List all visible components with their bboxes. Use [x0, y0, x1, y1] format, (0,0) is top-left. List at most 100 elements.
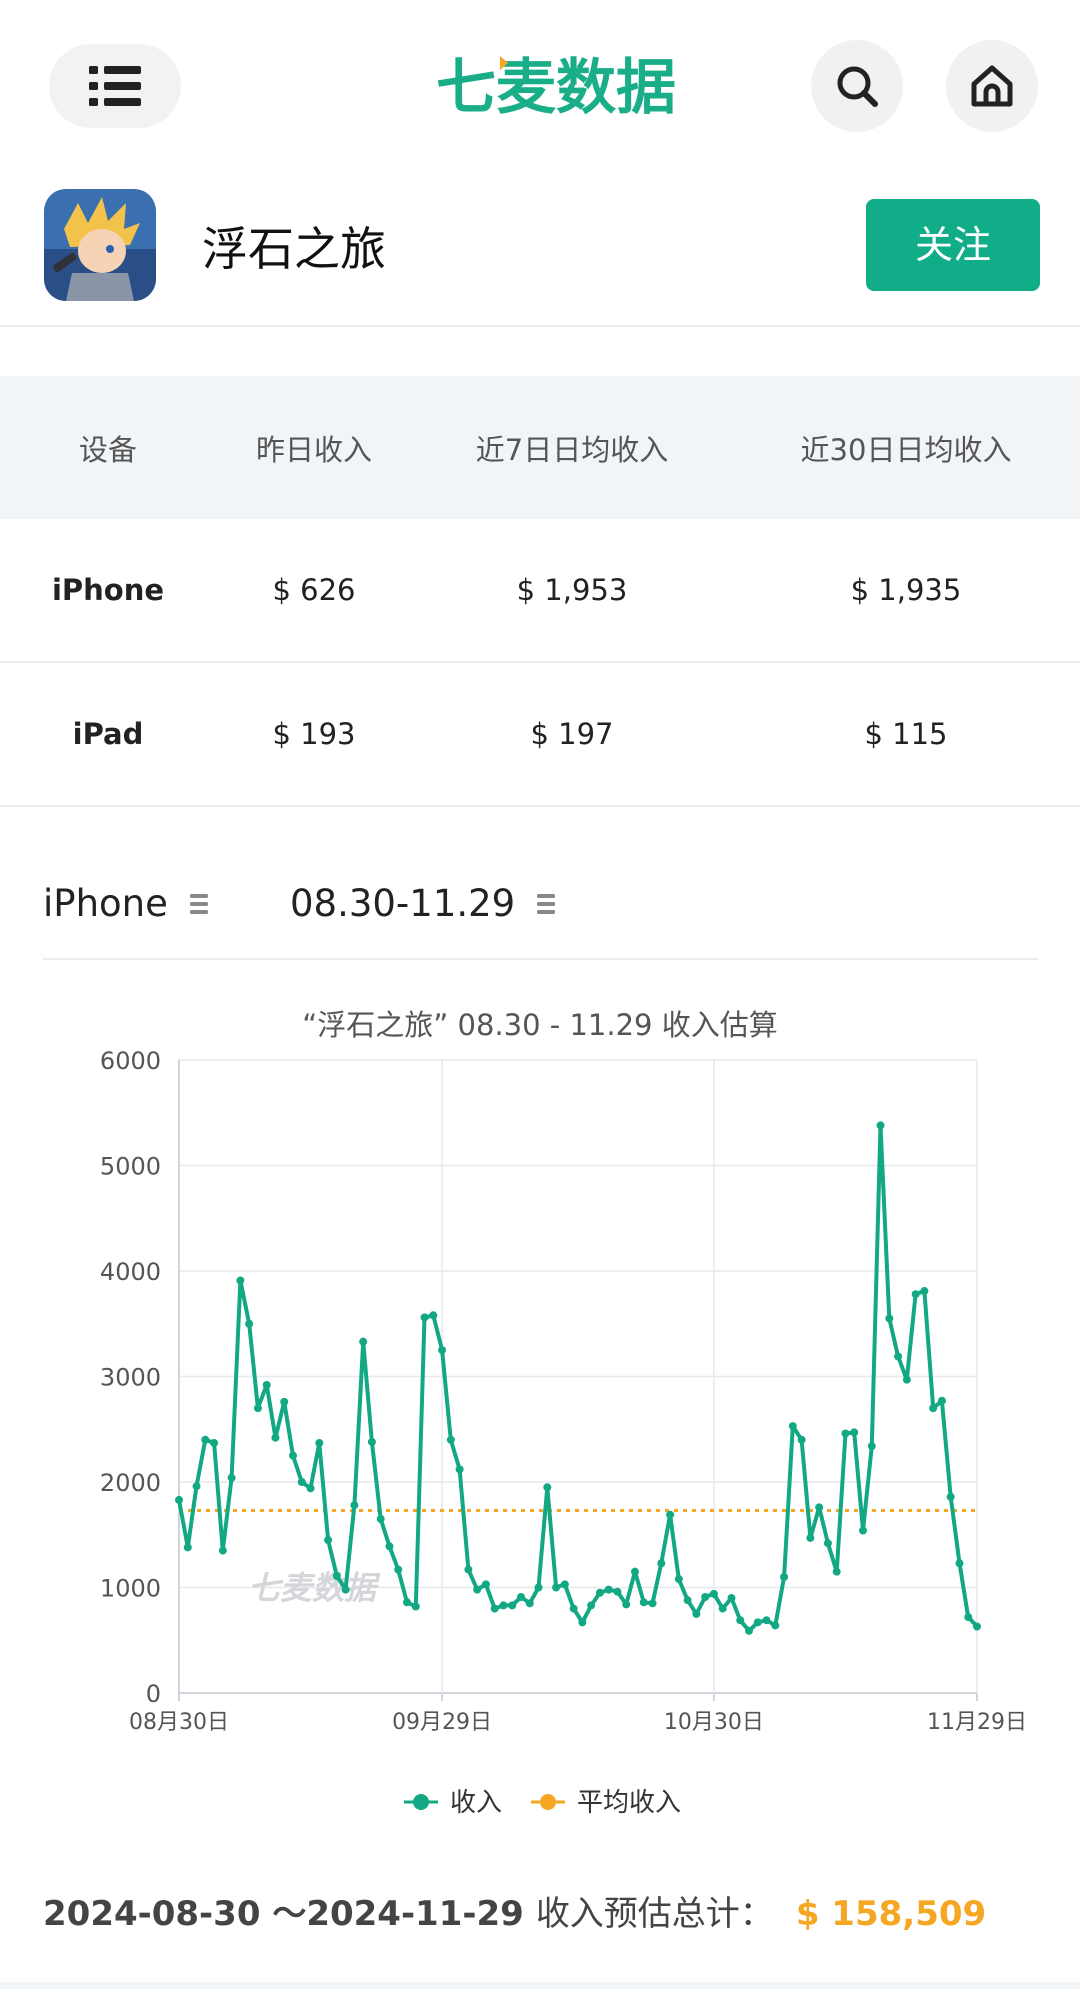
data-point	[788, 1422, 797, 1431]
data-point	[736, 1616, 745, 1625]
data-point	[631, 1567, 639, 1576]
home-button[interactable]	[946, 40, 1038, 132]
data-point	[674, 1575, 683, 1584]
data-point	[192, 1482, 201, 1491]
data-point	[490, 1604, 499, 1613]
header-cell: 设备	[78, 432, 137, 467]
legend-label: 收入	[450, 1788, 502, 1818]
legend-marker	[540, 1794, 556, 1810]
list-icon	[189, 893, 208, 914]
data-point	[552, 1583, 561, 1592]
data-point	[297, 1478, 306, 1486]
data-point	[946, 1492, 955, 1501]
search-icon	[837, 66, 878, 107]
brand-logo[interactable]: 七麦数据	[416, 50, 696, 124]
menu-button[interactable]	[49, 44, 181, 128]
data-point	[683, 1596, 692, 1605]
data-point	[955, 1559, 964, 1568]
data-point	[666, 1510, 675, 1519]
data-point	[780, 1572, 789, 1581]
data-point	[604, 1585, 613, 1594]
data-point	[578, 1618, 587, 1627]
legend-marker	[413, 1794, 429, 1810]
data-point	[175, 1495, 183, 1504]
data-point	[762, 1616, 771, 1625]
date-range-selector[interactable]: 08.30-11.29	[290, 882, 556, 925]
follow-button[interactable]: 关注	[866, 199, 1040, 291]
header-cell: 近7日日均收入	[475, 432, 669, 467]
data-point	[394, 1565, 403, 1574]
data-point	[543, 1483, 552, 1492]
list-icon	[537, 893, 556, 914]
data-point	[657, 1559, 666, 1568]
search-button[interactable]	[811, 40, 903, 132]
data-point	[876, 1121, 885, 1130]
data-point	[455, 1465, 464, 1474]
data-point	[271, 1433, 280, 1442]
top-header: 七麦数据	[0, 0, 1080, 175]
data-point	[745, 1626, 753, 1635]
menu-icon	[89, 66, 141, 106]
value-cell: $ 193	[272, 717, 356, 751]
y-tick-label: 2000	[100, 1469, 161, 1497]
data-point	[525, 1599, 534, 1608]
data-point	[183, 1543, 192, 1552]
chart-watermark: 七麦数据	[248, 1569, 381, 1607]
data-point	[859, 1526, 867, 1535]
y-tick-label: 0	[146, 1680, 161, 1708]
data-point	[446, 1435, 455, 1444]
chart-canvas: 6000 5000 4000 3000 2000 1000 008月30日 09月29日 10月…	[100, 1047, 1027, 1818]
app-icon[interactable]	[44, 189, 156, 301]
data-point	[227, 1473, 236, 1482]
data-point	[929, 1404, 938, 1413]
data-point	[902, 1375, 911, 1384]
home-icon	[971, 65, 1013, 107]
y-tick-label: 3000	[100, 1364, 161, 1392]
data-point	[613, 1587, 622, 1596]
table-header: 设备 昨日收入 近7日日均收入 近30日日均收入	[0, 376, 1080, 519]
data-point	[587, 1601, 596, 1610]
data-point	[508, 1601, 517, 1610]
device-cell: iPhone	[51, 573, 165, 607]
value-cell: $ 1,953	[516, 573, 628, 607]
revenue-chart: “浮石之旅” 08.30 - 11.29 收入估算 6000 5000 4000 30…	[0, 990, 1080, 1840]
data-point	[823, 1539, 832, 1548]
data-point	[499, 1601, 508, 1610]
data-point	[324, 1536, 333, 1545]
data-point	[306, 1484, 315, 1493]
data-point	[560, 1580, 569, 1589]
value-cell: $ 626	[272, 573, 356, 607]
x-tick-label: 11月29日	[927, 1710, 1027, 1735]
data-point	[753, 1618, 762, 1627]
y-tick-label: 1000	[100, 1575, 161, 1603]
data-point	[403, 1598, 411, 1607]
data-point	[341, 1585, 350, 1594]
brand-text: 七麦数据	[436, 53, 676, 123]
data-point	[245, 1319, 254, 1328]
data-point	[569, 1604, 578, 1613]
data-point	[595, 1588, 604, 1597]
data-point	[806, 1533, 815, 1542]
data-point	[648, 1599, 657, 1608]
data-point	[262, 1380, 271, 1389]
table-row: iPhone $ 626 $ 1,953 $ 1,935	[0, 519, 1080, 663]
value-cell: $ 1,935	[850, 573, 962, 607]
data-point	[236, 1276, 245, 1285]
device-selector[interactable]: iPhone	[43, 882, 208, 925]
data-point	[885, 1314, 894, 1323]
data-point	[289, 1451, 297, 1460]
y-tick-label: 4000	[100, 1258, 161, 1286]
data-point	[367, 1437, 376, 1446]
data-point	[376, 1514, 385, 1523]
data-point	[937, 1396, 946, 1405]
data-point	[973, 1622, 981, 1631]
data-point	[438, 1346, 447, 1355]
data-point	[517, 1592, 525, 1601]
date-range-label: 08.30-11.29	[290, 882, 516, 925]
app-name: 浮石之旅	[202, 222, 386, 276]
y-tick-label: 5000	[100, 1153, 161, 1181]
data-point	[350, 1501, 359, 1510]
data-point	[911, 1290, 920, 1299]
device-selector-label: iPhone	[43, 882, 168, 925]
total-amount: $ 158,509	[795, 1894, 987, 1934]
